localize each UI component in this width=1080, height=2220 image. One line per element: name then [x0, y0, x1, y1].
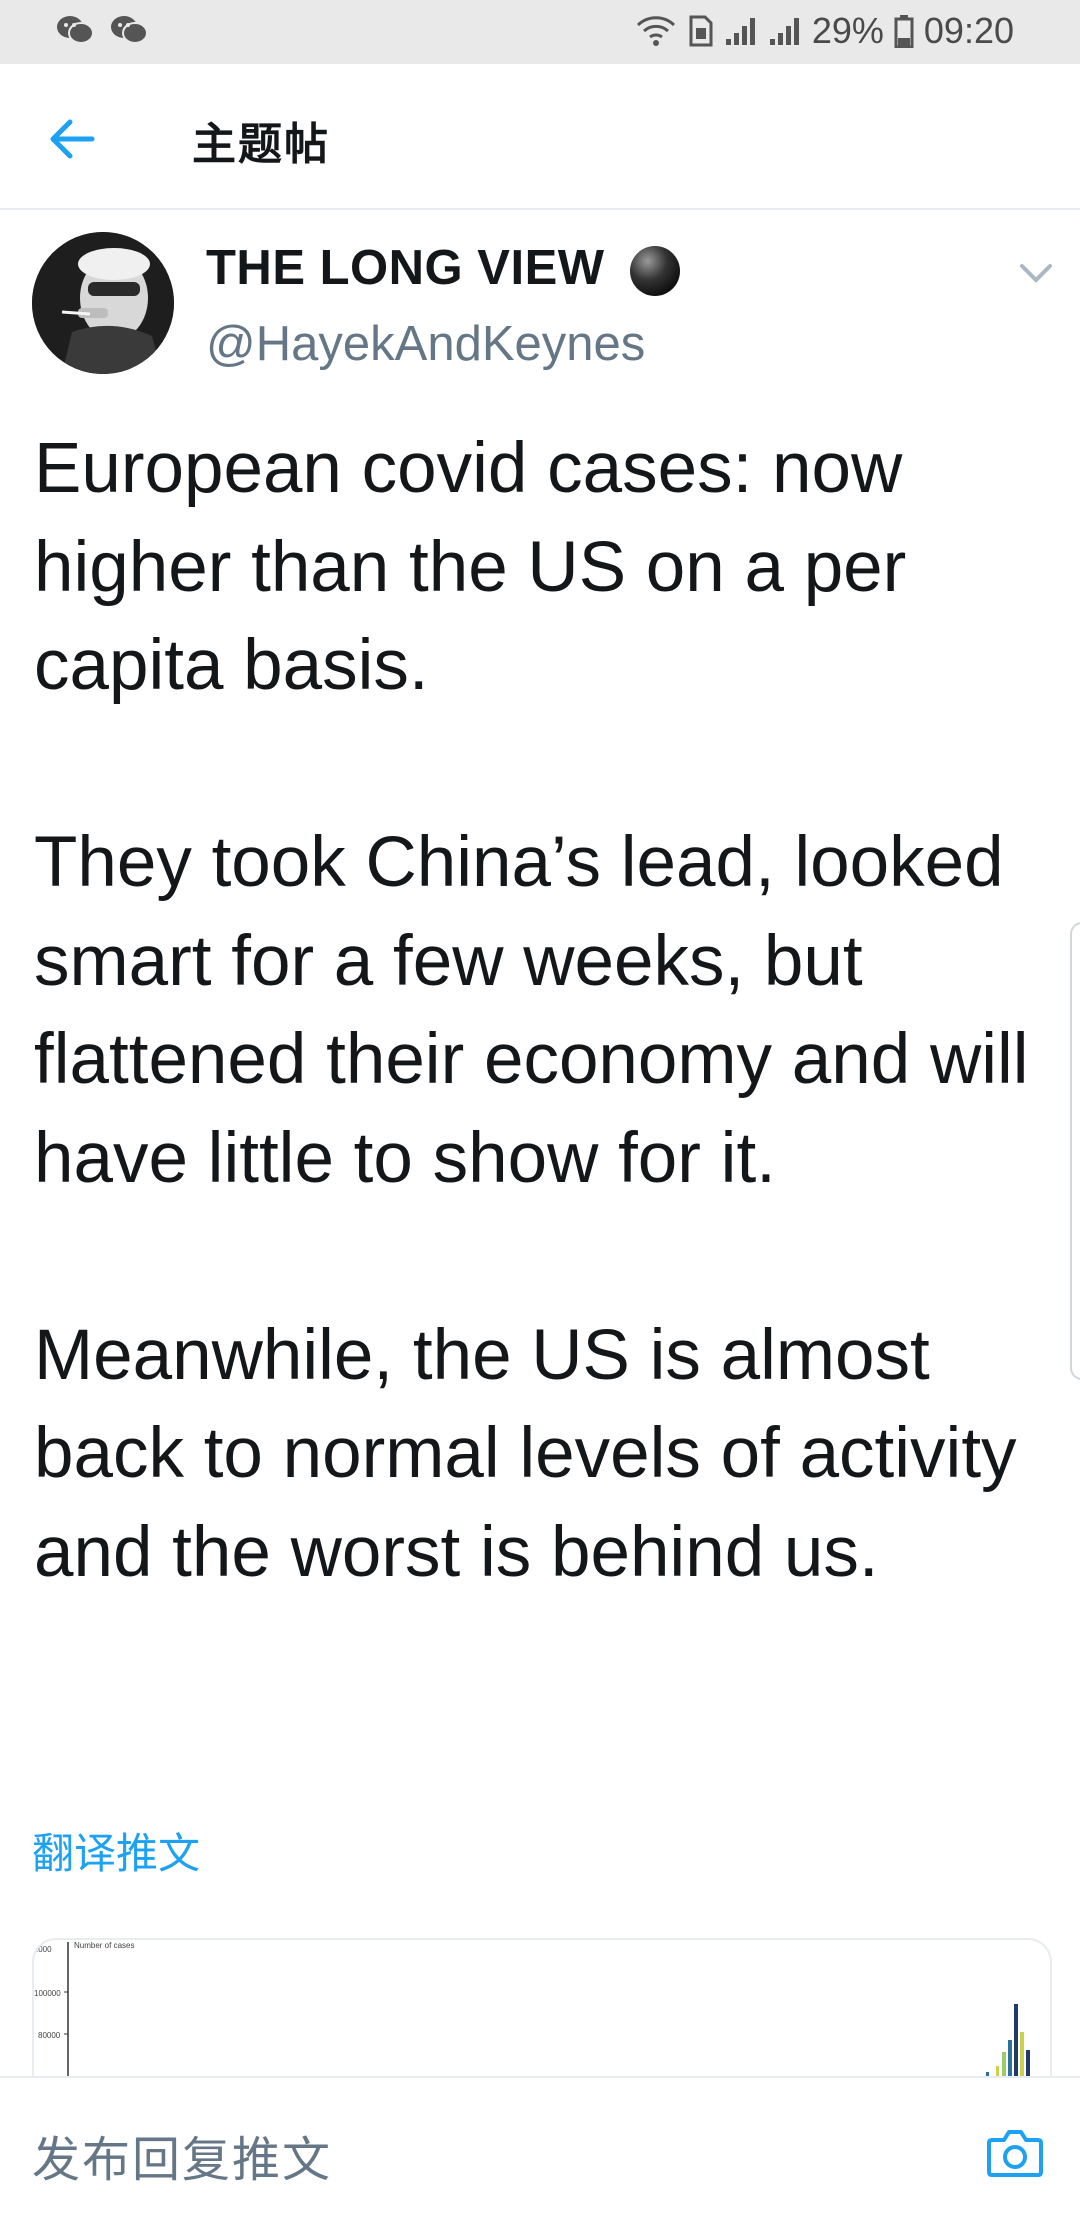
- avatar-photo: [32, 232, 174, 374]
- y-axis-label: Number of cases: [74, 1941, 134, 1950]
- chart-bar: [1020, 2032, 1024, 2080]
- chart-preview: .000 Number of cases 100000 80000: [34, 1941, 1030, 2080]
- arrow-left-icon: [50, 119, 95, 159]
- y-tick-label: 80000: [38, 2031, 61, 2040]
- back-button[interactable]: [40, 106, 106, 172]
- chart-bar: [1008, 2040, 1012, 2080]
- user-handle[interactable]: @HayekAndKeynes: [206, 316, 645, 372]
- edge-scroll-handle[interactable]: [1070, 922, 1080, 1380]
- clock: 09:20: [923, 10, 1014, 51]
- wechat-icon: [57, 16, 94, 44]
- page-title: 主题帖: [192, 119, 330, 170]
- y-tick-label: 100000: [34, 1989, 61, 1998]
- chart-bar: [1014, 2004, 1018, 2080]
- signal-roaming-icon: [769, 18, 799, 45]
- wifi-icon: [636, 16, 675, 46]
- system-indicators: 29% 09:20: [634, 10, 1014, 52]
- battery-percentage: 29%: [811, 10, 884, 51]
- translate-tweet-link[interactable]: 翻译推文: [32, 1820, 200, 1881]
- display-name[interactable]: THE LONG VIEW: [206, 240, 605, 296]
- reply-bar: 发布回复推文: [0, 2076, 1080, 2220]
- tweet-thread-screen: 29% 09:20 主题帖 THE LONG VIEW @HayekAndKey…: [0, 0, 1080, 2220]
- tweet-paragraph: Meanwhile, the US is almost back to norm…: [34, 1315, 1017, 1592]
- wechat-icon: [111, 16, 148, 44]
- camera-icon[interactable]: [986, 2126, 1044, 2178]
- tweet-paragraph: They took China’s lead, looked smart for…: [34, 823, 1029, 1198]
- status-bar: 29% 09:20: [0, 0, 1080, 64]
- battery-icon: [894, 15, 914, 48]
- y-tick-label: .000: [36, 1945, 52, 1954]
- avatar[interactable]: [32, 232, 174, 374]
- app-header: 主题帖: [0, 64, 1080, 210]
- notification-icons: [56, 14, 148, 46]
- reply-input[interactable]: 发布回复推文: [32, 2120, 332, 2190]
- tweet-paragraph: European covid cases: now higher than th…: [34, 429, 907, 705]
- tweet-media-card[interactable]: .000 Number of cases 100000 80000: [32, 1938, 1052, 2080]
- black-circle-icon: [630, 246, 680, 296]
- sim-icon: [689, 15, 713, 47]
- chevron-down-icon[interactable]: [1016, 258, 1056, 288]
- signal-icon: [725, 18, 755, 45]
- tweet-text: European covid cases: now higher than th…: [34, 420, 1034, 1602]
